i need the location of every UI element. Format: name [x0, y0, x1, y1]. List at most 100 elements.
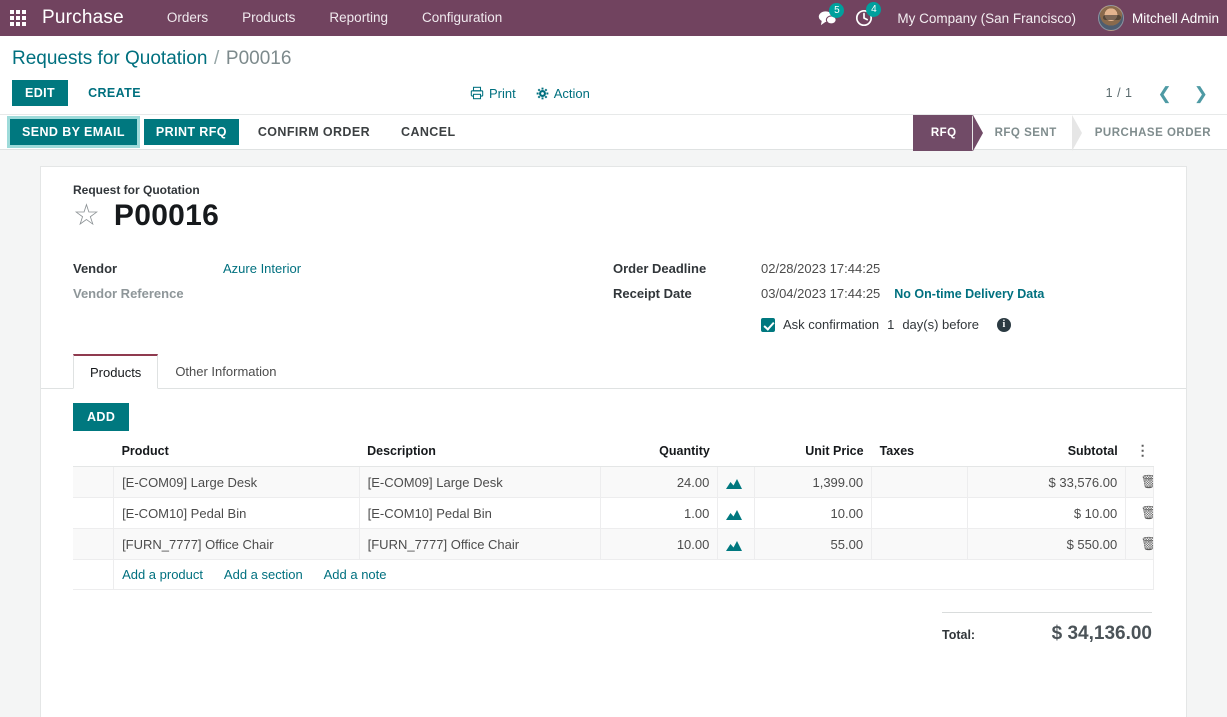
- add-a-section-link[interactable]: Add a section: [224, 567, 303, 582]
- menu-item-configuration[interactable]: Configuration: [405, 0, 519, 36]
- totals-divider: [942, 612, 1152, 613]
- cell-forecast[interactable]: [717, 528, 755, 560]
- cell-unit-price[interactable]: 55.00: [754, 528, 873, 560]
- form-subtitle: Request for Quotation: [73, 183, 200, 197]
- vendor-value[interactable]: Azure Interior: [223, 259, 613, 276]
- print-rfq-button[interactable]: PRINT RFQ: [143, 119, 239, 145]
- breadcrumb-current: P00016: [225, 48, 292, 69]
- vendor-reference-label: Vendor Reference: [73, 286, 184, 301]
- cell-taxes[interactable]: [871, 528, 969, 560]
- area-chart-icon: [726, 541, 743, 552]
- apps-grid-icon[interactable]: [0, 0, 36, 36]
- cancel-button[interactable]: CANCEL: [389, 119, 467, 145]
- add-a-product-link[interactable]: Add a product: [122, 567, 203, 582]
- user-name: Mitchell Admin: [1131, 10, 1219, 26]
- ask-confirmation-checkbox[interactable]: [761, 317, 775, 332]
- confirm-order-button[interactable]: CONFIRM ORDER: [246, 119, 382, 145]
- menu-item-products[interactable]: Products: [225, 0, 312, 36]
- cell-quantity[interactable]: 1.00: [600, 497, 719, 529]
- row-handle[interactable]: [73, 466, 115, 498]
- app-brand-title[interactable]: Purchase: [42, 7, 124, 29]
- table-row[interactable]: [E-COM10] Pedal Bin [E-COM10] Pedal Bin …: [73, 497, 1154, 529]
- cell-delete[interactable]: 🗑: [1125, 497, 1154, 529]
- company-switcher[interactable]: My Company (San Francisco): [897, 11, 1076, 26]
- action-menu[interactable]: Action: [536, 86, 590, 101]
- row-handle[interactable]: [73, 497, 115, 529]
- order-deadline-value[interactable]: 02/28/2023 17:44:25: [761, 259, 1154, 276]
- form-fields: Vendor Azure Interior Order Deadline 02/…: [73, 259, 1154, 332]
- area-chart-icon: [726, 479, 743, 490]
- optional-columns-dropdown[interactable]: ⋮: [1125, 441, 1154, 467]
- create-button[interactable]: CREATE: [78, 80, 151, 106]
- statusbar-row: SEND BY EMAIL PRINT RFQ CONFIRM ORDER CA…: [0, 114, 1227, 151]
- edit-button[interactable]: EDIT: [12, 80, 69, 106]
- vendor-reference-value[interactable]: [223, 284, 613, 286]
- ask-confirmation-suffix: day(s) before: [902, 317, 979, 332]
- ask-confirmation-days[interactable]: 1: [887, 317, 894, 332]
- cell-forecast[interactable]: [717, 497, 755, 529]
- cell-quantity[interactable]: 24.00: [600, 466, 719, 498]
- table-row[interactable]: [FURN_7777] Office Chair [FURN_7777] Off…: [73, 528, 1154, 560]
- total-value: $ 34,136.00: [1051, 623, 1152, 644]
- totals-section: Total: $ 34,136.00: [73, 612, 1154, 645]
- ask-confirmation-row: Ask confirmation 1 day(s) before i: [613, 317, 1154, 332]
- cell-taxes[interactable]: [871, 497, 969, 529]
- activities-menu[interactable]: 4: [855, 2, 882, 27]
- cell-quantity[interactable]: 10.00: [600, 528, 719, 560]
- order-lines-panel: ADD Product Description Quantity Unit Pr…: [73, 389, 1154, 645]
- table-row[interactable]: [E-COM09] Large Desk [E-COM09] Large Des…: [73, 466, 1154, 498]
- menu-item-orders[interactable]: Orders: [150, 0, 225, 36]
- cell-unit-price[interactable]: 10.00: [754, 497, 873, 529]
- col-quantity: Quantity: [600, 441, 718, 467]
- cell-description[interactable]: [E-COM10] Pedal Bin: [359, 497, 601, 529]
- handle-col-header: [73, 441, 114, 467]
- printer-icon: [470, 86, 484, 100]
- cell-subtotal: $ 33,576.00: [967, 466, 1127, 498]
- receipt-date-label: Receipt Date: [613, 286, 692, 301]
- messages-badge: 5: [829, 2, 845, 18]
- cell-description[interactable]: [E-COM09] Large Desk: [359, 466, 601, 498]
- cell-taxes[interactable]: [871, 466, 969, 498]
- cell-forecast[interactable]: [717, 466, 755, 498]
- top-navbar: Purchase Orders Products Reporting Confi…: [0, 0, 1227, 36]
- table-header-row: Product Description Quantity Unit Price …: [73, 441, 1154, 467]
- star-outline-icon[interactable]: ☆: [73, 201, 100, 231]
- info-icon[interactable]: i: [996, 317, 1011, 332]
- cell-product[interactable]: [E-COM09] Large Desk: [113, 466, 360, 498]
- add-button[interactable]: ADD: [73, 403, 130, 431]
- status-stage-rfq[interactable]: RFQ: [912, 115, 983, 151]
- cell-subtotal: $ 550.00: [967, 528, 1127, 560]
- cell-description[interactable]: [FURN_7777] Office Chair: [359, 528, 601, 560]
- cell-unit-price[interactable]: 1,399.00: [754, 466, 873, 498]
- menu-item-reporting[interactable]: Reporting: [312, 0, 405, 36]
- trash-icon: 🗑: [1134, 474, 1152, 489]
- add-links-row: Add a product Add a section Add a note: [73, 559, 1154, 590]
- cell-subtotal: $ 10.00: [967, 497, 1127, 529]
- notebook-tabs: Products Other Information: [41, 354, 1186, 389]
- user-menu[interactable]: Mitchell Admin: [1097, 5, 1219, 31]
- breadcrumb-root[interactable]: Requests for Quotation: [12, 48, 207, 69]
- messages-menu[interactable]: 5: [818, 2, 845, 27]
- status-stage-purchase-order[interactable]: PURCHASE ORDER: [1071, 115, 1227, 151]
- cell-delete[interactable]: 🗑: [1125, 528, 1154, 560]
- receipt-date-value[interactable]: 03/04/2023 17:44:25: [761, 286, 880, 301]
- chevron-right-icon[interactable]: ❯: [1185, 85, 1217, 102]
- addrow-links: Add a product Add a section Add a note: [113, 559, 1154, 590]
- send-by-email-button[interactable]: SEND BY EMAIL: [10, 119, 137, 145]
- page-title: P00016: [113, 199, 220, 232]
- cell-product[interactable]: [E-COM10] Pedal Bin: [113, 497, 360, 529]
- col-taxes: Taxes: [871, 441, 968, 467]
- on-time-delivery-note[interactable]: No On-time Delivery Data: [894, 287, 1044, 301]
- title-row: ☆ P00016: [73, 199, 1154, 233]
- order-deadline-label: Order Deadline: [613, 261, 707, 276]
- cell-product[interactable]: [FURN_7777] Office Chair: [113, 528, 360, 560]
- cell-delete[interactable]: 🗑: [1125, 466, 1154, 498]
- tab-products[interactable]: Products: [73, 354, 159, 389]
- row-handle[interactable]: [73, 528, 115, 560]
- add-a-note-link[interactable]: Add a note: [324, 567, 387, 582]
- status-stage-rfq-sent[interactable]: RFQ SENT: [971, 115, 1073, 151]
- print-menu[interactable]: Print: [470, 86, 516, 101]
- tab-other-information[interactable]: Other Information: [158, 354, 293, 389]
- vendor-label: Vendor: [73, 261, 118, 276]
- chevron-left-icon[interactable]: ❮: [1149, 85, 1181, 102]
